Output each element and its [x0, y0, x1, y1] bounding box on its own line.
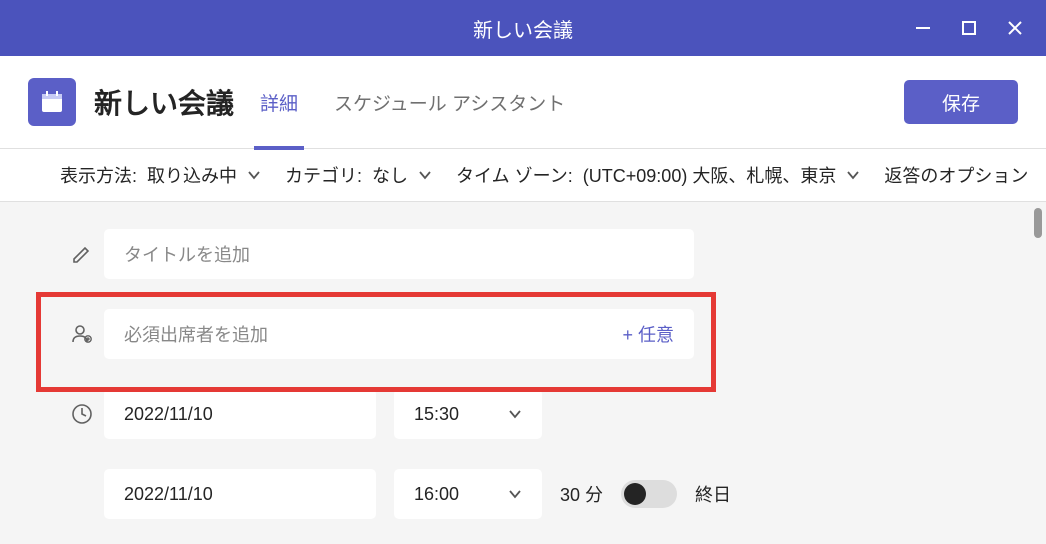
allday-toggle[interactable]	[621, 480, 677, 508]
pencil-icon	[60, 242, 104, 266]
content: タイトルを追加 必須出席者を追加 + 任意 2022/11/10 15:30	[0, 202, 1046, 544]
option-bar: 表示方法: 取り込み中 カテゴリ: なし タイム ゾーン: (UTC+09:00…	[0, 148, 1046, 202]
minimize-icon[interactable]	[914, 19, 932, 37]
save-button[interactable]: 保存	[904, 80, 1018, 124]
end-date-input[interactable]: 2022/11/10	[104, 469, 376, 519]
show-as-label: 表示方法:	[60, 162, 137, 188]
title-row: タイトルを追加	[60, 226, 986, 282]
optional-attendee-link[interactable]: + 任意	[622, 321, 674, 347]
timezone-value: (UTC+09:00) 大阪、札幌、東京	[583, 162, 837, 188]
chevron-down-icon	[418, 168, 432, 182]
start-time-value: 15:30	[414, 404, 459, 425]
category-dropdown[interactable]: カテゴリ: なし	[285, 162, 432, 188]
start-date-input[interactable]: 2022/11/10	[104, 389, 376, 439]
response-options-label: 返答のオプション	[884, 162, 1028, 188]
chevron-down-icon	[846, 168, 860, 182]
category-label: カテゴリ:	[285, 162, 362, 188]
start-datetime-group: 2022/11/10 15:30	[104, 389, 542, 439]
start-datetime-row: 2022/11/10 15:30	[60, 386, 986, 442]
tab-detail[interactable]: 詳細	[254, 81, 304, 124]
window-controls	[914, 0, 1046, 56]
attendee-row: 必須出席者を追加 + 任意	[60, 306, 986, 362]
scrollbar[interactable]	[1034, 202, 1046, 544]
chevron-down-icon	[247, 168, 261, 182]
end-datetime-group: 2022/11/10 16:00 30 分 終日	[104, 469, 731, 519]
duration-text: 30 分	[560, 481, 603, 507]
end-time-value: 16:00	[414, 484, 459, 505]
attendee-input[interactable]: 必須出席者を追加 + 任意	[104, 309, 694, 359]
start-date-value: 2022/11/10	[124, 404, 213, 425]
timezone-label: タイム ゾーン:	[456, 162, 573, 188]
start-time-input[interactable]: 15:30	[394, 389, 542, 439]
clock-icon	[60, 402, 104, 426]
tab-schedule-assistant[interactable]: スケジュール アシスタント	[328, 81, 571, 124]
close-icon[interactable]	[1006, 19, 1024, 37]
end-time-input[interactable]: 16:00	[394, 469, 542, 519]
scrollbar-thumb[interactable]	[1034, 208, 1042, 238]
titlebar-text: 新しい会議	[473, 14, 573, 43]
end-date-value: 2022/11/10	[124, 484, 213, 505]
category-value: なし	[372, 162, 408, 188]
calendar-icon	[28, 78, 76, 126]
allday-label: 終日	[695, 481, 731, 507]
chevron-down-icon	[508, 487, 522, 501]
timezone-dropdown[interactable]: タイム ゾーン: (UTC+09:00) 大阪、札幌、東京	[456, 162, 860, 188]
page-title: 新しい会議	[94, 82, 234, 122]
show-as-dropdown[interactable]: 表示方法: 取り込み中	[60, 162, 261, 188]
titlebar: 新しい会議	[0, 0, 1046, 56]
title-input[interactable]: タイトルを追加	[104, 229, 694, 279]
attendee-placeholder: 必須出席者を追加	[124, 321, 268, 347]
end-datetime-row: 2022/11/10 16:00 30 分 終日	[60, 466, 986, 522]
header: 新しい会議 詳細 スケジュール アシスタント 保存	[0, 56, 1046, 148]
maximize-icon[interactable]	[960, 19, 978, 37]
people-icon	[60, 322, 104, 346]
title-placeholder: タイトルを追加	[124, 241, 250, 267]
show-as-value: 取り込み中	[147, 162, 237, 188]
chevron-down-icon	[508, 407, 522, 421]
response-options-dropdown[interactable]: 返答のオプション	[884, 162, 1028, 188]
